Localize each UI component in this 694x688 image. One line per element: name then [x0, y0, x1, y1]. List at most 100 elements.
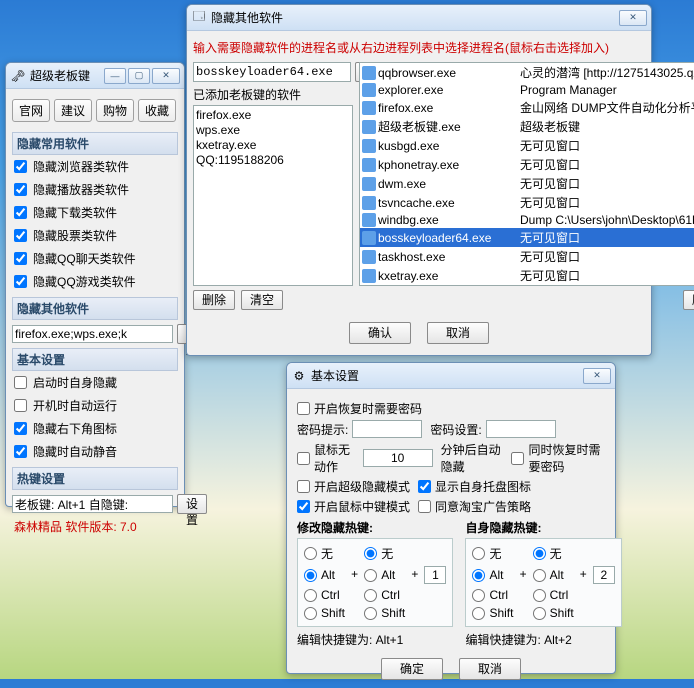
mod1-Alt[interactable]: Alt: [304, 568, 345, 582]
main-titlebar[interactable]: 🗝 超级老板键 — ▢ ✕: [6, 63, 184, 89]
cb-taobao-ad[interactable]: [418, 500, 431, 513]
hide-cb-4[interactable]: [14, 252, 27, 265]
clear-button[interactable]: 清空: [241, 290, 283, 310]
minimize-button[interactable]: —: [104, 68, 126, 84]
hotkey-display[interactable]: [12, 495, 173, 513]
close-button[interactable]: ✕: [152, 68, 180, 84]
settings-cancel-button[interactable]: 取消: [459, 658, 521, 680]
hide-cb-3[interactable]: [14, 229, 27, 242]
process-row[interactable]: qqbrowser.exe心灵的潜湾 [http://1275143025.qz…: [360, 63, 694, 82]
mod1-Alt[interactable]: Alt: [472, 568, 513, 582]
cb-show-tray[interactable]: [418, 480, 431, 493]
key-input[interactable]: 1: [424, 566, 446, 584]
hide-item-3[interactable]: 隐藏股票类软件: [12, 224, 178, 247]
basic-cb-1[interactable]: [14, 399, 27, 412]
tab-2[interactable]: 购物: [96, 99, 134, 122]
mod2-Alt[interactable]: Alt: [364, 568, 405, 582]
refresh-button[interactable]: 刷新: [683, 290, 694, 310]
process-row[interactable]: windbg.exeDump C:\Users\john\Desktop\61b…: [360, 212, 694, 228]
basic-cb-0[interactable]: [14, 376, 27, 389]
hide-item-4[interactable]: 隐藏QQ聊天类软件: [12, 247, 178, 270]
mod1-Shift[interactable]: Shift: [304, 606, 345, 620]
hide-item-5[interactable]: 隐藏QQ游戏类软件: [12, 270, 178, 293]
mod2-Alt[interactable]: Alt: [533, 568, 574, 582]
cb-restore-password[interactable]: [297, 402, 310, 415]
basic-cb-2[interactable]: [14, 422, 27, 435]
basic-item-0[interactable]: 启动时自身隐藏: [12, 371, 178, 394]
tab-0[interactable]: 官网: [12, 99, 50, 122]
pw-set-input[interactable]: [486, 420, 556, 438]
mod1-无[interactable]: 无: [304, 545, 345, 562]
hide-item-2[interactable]: 隐藏下载类软件: [12, 201, 178, 224]
hide-cb-2[interactable]: [14, 206, 27, 219]
process-name: dwm.exe: [378, 177, 518, 191]
mod1-Ctrl[interactable]: Ctrl: [472, 588, 513, 602]
settings-titlebar[interactable]: ⚙ 基本设置 ✕: [287, 363, 615, 389]
hide-item-1[interactable]: 隐藏播放器类软件: [12, 178, 178, 201]
process-icon: [362, 101, 376, 115]
added-item[interactable]: QQ:1195188206: [196, 153, 350, 168]
added-item[interactable]: wps.exe: [196, 123, 350, 138]
hide-close-button[interactable]: ✕: [619, 10, 647, 26]
basic-item-1[interactable]: 开机时自动运行: [12, 394, 178, 417]
process-icon: [362, 83, 376, 97]
hide-ok-button[interactable]: 确认: [349, 322, 411, 344]
cb-super-hide[interactable]: [297, 480, 310, 493]
other-software-input[interactable]: [12, 325, 173, 343]
hide-cancel-button[interactable]: 取消: [427, 322, 489, 344]
mod1-Shift[interactable]: Shift: [472, 606, 513, 620]
hotkey-col2-header: 自身隐藏热键:: [465, 519, 621, 536]
process-icon: [362, 66, 376, 80]
process-name: qqbrowser.exe: [378, 66, 518, 80]
process-row[interactable]: tsvncache.exe无可见窗口: [360, 193, 694, 212]
basic-cb-3[interactable]: [14, 445, 27, 458]
mod1-无[interactable]: 无: [472, 545, 513, 562]
key-input[interactable]: 2: [593, 566, 615, 584]
settings-close-button[interactable]: ✕: [583, 368, 611, 384]
mod2-Shift[interactable]: Shift: [533, 606, 574, 620]
process-row[interactable]: kphonetray.exe无可见窗口: [360, 155, 694, 174]
added-item[interactable]: firefox.exe: [196, 108, 350, 123]
mod1-Ctrl[interactable]: Ctrl: [304, 588, 345, 602]
cb-idle-hide[interactable]: [297, 452, 310, 465]
mod2-无[interactable]: 无: [533, 545, 574, 562]
process-list[interactable]: qqbrowser.exe心灵的潜湾 [http://1275143025.qz…: [359, 62, 694, 286]
process-name-input[interactable]: [193, 62, 351, 82]
cb-middle-click[interactable]: [297, 500, 310, 513]
basic-item-3[interactable]: 隐藏时自动静音: [12, 440, 178, 463]
hide-titlebar[interactable]: 🗔 隐藏其他软件 ✕: [187, 5, 651, 31]
hotkey-set-button[interactable]: 设置: [177, 494, 207, 514]
process-icon: [362, 250, 376, 264]
settings-dialog: ⚙ 基本设置 ✕ 开启恢复时需要密码 密码提示: 密码设置: 鼠标无动作 分钟后…: [286, 362, 616, 674]
hide-cb-0[interactable]: [14, 160, 27, 173]
hotkey-col1-header: 修改隐藏热键:: [297, 519, 453, 536]
idle-minutes-input[interactable]: [363, 449, 433, 467]
process-desc: Program Manager: [520, 83, 694, 97]
hide-item-0[interactable]: 隐藏浏览器类软件: [12, 155, 178, 178]
mod2-Ctrl[interactable]: Ctrl: [533, 588, 574, 602]
process-row[interactable]: bosskeyloader64.exe无可见窗口: [360, 228, 694, 247]
process-desc: 无可见窗口: [520, 267, 694, 284]
process-row[interactable]: dwm.exe无可见窗口: [360, 174, 694, 193]
tab-3[interactable]: 收藏: [138, 99, 176, 122]
hide-cb-1[interactable]: [14, 183, 27, 196]
hide-cb-5[interactable]: [14, 275, 27, 288]
process-row[interactable]: explorer.exeProgram Manager: [360, 82, 694, 98]
tab-1[interactable]: 建议: [54, 99, 92, 122]
process-row[interactable]: kusbgd.exe无可见窗口: [360, 136, 694, 155]
settings-ok-button[interactable]: 确定: [381, 658, 443, 680]
process-row[interactable]: 超级老板键.exe超级老板键: [360, 117, 694, 136]
added-listbox[interactable]: firefox.exewps.exekxetray.exeQQ:11951882…: [193, 105, 353, 286]
mod2-Ctrl[interactable]: Ctrl: [364, 588, 405, 602]
mod2-Shift[interactable]: Shift: [364, 606, 405, 620]
pw-prompt-input[interactable]: [352, 420, 422, 438]
added-item[interactable]: kxetray.exe: [196, 138, 350, 153]
process-row[interactable]: kxetray.exe无可见窗口: [360, 266, 694, 285]
cb-restore-pw2[interactable]: [511, 452, 524, 465]
process-row[interactable]: taskhost.exe无可见窗口: [360, 247, 694, 266]
delete-button[interactable]: 删除: [193, 290, 235, 310]
mod2-无[interactable]: 无: [364, 545, 405, 562]
process-row[interactable]: firefox.exe金山网络 DUMP文件自动化分析平台 -: [360, 98, 694, 117]
basic-item-2[interactable]: 隐藏右下角图标: [12, 417, 178, 440]
maximize-button[interactable]: ▢: [128, 68, 150, 84]
